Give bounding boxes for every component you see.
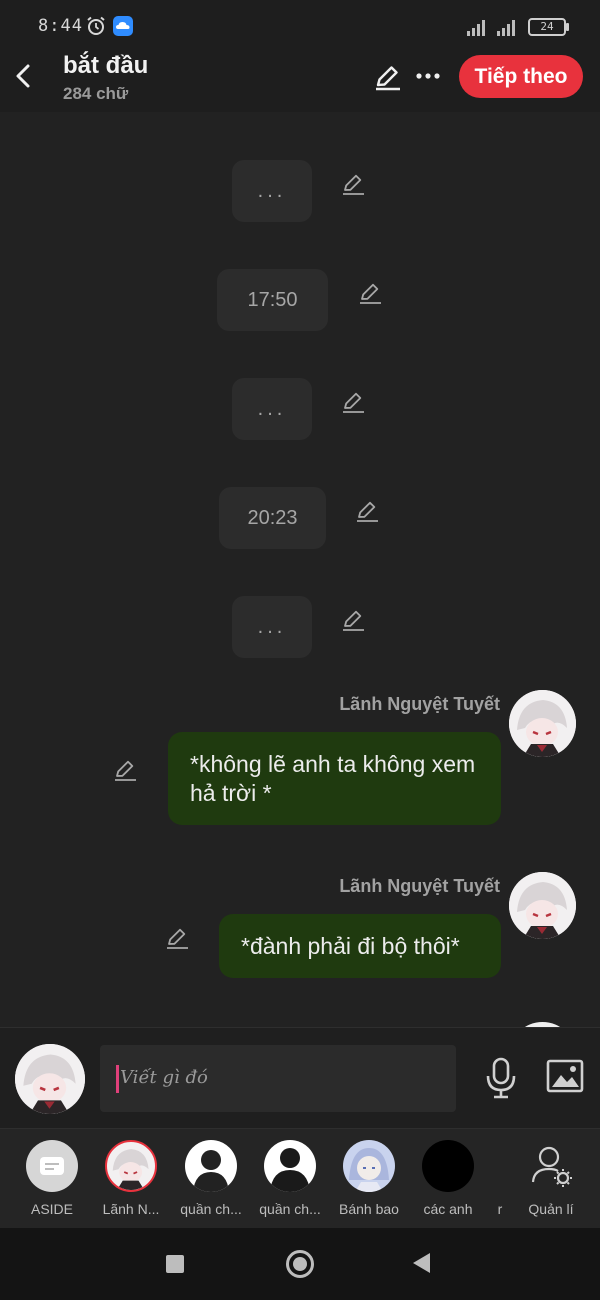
manage-characters-button[interactable]: Quản lí [511, 1129, 591, 1229]
avatar[interactable] [509, 690, 576, 757]
word-count: 284 chữ [63, 84, 129, 103]
character-item[interactable]: Lãnh N... [91, 1129, 171, 1229]
microphone-icon[interactable] [484, 1056, 518, 1100]
message-input[interactable]: Viết gì đó [100, 1045, 456, 1112]
character-label: Bánh bao [339, 1201, 399, 1217]
edit-message-icon[interactable] [340, 389, 366, 415]
character-bar: ASIDE Lãnh N... quần ch... quần ch... Bá… [0, 1128, 600, 1228]
home-button[interactable] [286, 1250, 314, 1278]
edit-message-icon[interactable] [354, 498, 380, 524]
character-aside[interactable]: ASIDE [12, 1129, 92, 1229]
manage-users-icon [531, 1146, 572, 1187]
avatar [105, 1140, 157, 1192]
current-character-avatar[interactable] [15, 1044, 85, 1114]
back-arrow-icon[interactable] [10, 58, 38, 94]
aside-icon [26, 1140, 78, 1192]
chat-area[interactable]: ... 17:50 ... 20:23 ... Lãnh Nguyệt Tuyế… [0, 112, 600, 1027]
battery-icon: 24 [528, 18, 566, 36]
system-message: ... [232, 596, 312, 658]
sender-name: Lãnh Nguyệt Tuyết [339, 876, 500, 896]
recents-button[interactable] [166, 1255, 184, 1273]
character-label: quần ch... [180, 1201, 242, 1217]
system-message: ... [232, 160, 312, 222]
signal-icon [467, 20, 485, 36]
status-bar: 8:44 24 [0, 0, 600, 52]
character-item[interactable]: quần ch... [250, 1129, 330, 1229]
image-icon[interactable] [546, 1058, 584, 1094]
avatar [343, 1140, 395, 1192]
message-bubble[interactable]: *đành phải đi bộ thôi* [219, 914, 501, 978]
message-bubble[interactable]: *không lẽ anh ta không xem hả trời * [168, 732, 501, 825]
message-input-bar: Viết gì đó [0, 1027, 600, 1128]
cloud-app-icon [113, 16, 133, 36]
system-message: 20:23 [219, 487, 326, 549]
text-caret [116, 1065, 119, 1093]
character-label: Lãnh N... [102, 1201, 160, 1217]
alarm-icon [87, 16, 105, 35]
silhouette-avatar [264, 1140, 316, 1192]
edit-message-icon[interactable] [340, 607, 366, 633]
more-options-icon[interactable] [414, 64, 442, 88]
system-nav-bar [0, 1228, 600, 1300]
character-label: ASIDE [30, 1201, 73, 1217]
silhouette-avatar [185, 1140, 237, 1192]
system-message: ... [232, 378, 312, 440]
character-label: Quản lí [528, 1201, 574, 1217]
edit-message-icon[interactable] [164, 925, 190, 951]
sender-name: Lãnh Nguyệt Tuyết [339, 694, 500, 714]
page-title: bắt đầu [63, 52, 149, 79]
edit-message-icon[interactable] [112, 757, 138, 783]
avatar[interactable] [509, 872, 576, 939]
nav-back-button[interactable] [413, 1253, 430, 1273]
home-dot [293, 1257, 307, 1271]
edit-message-icon[interactable] [340, 171, 366, 197]
system-message: 17:50 [217, 269, 328, 331]
character-label: quần ch... [259, 1201, 321, 1217]
next-button[interactable]: Tiếp theo [459, 55, 583, 98]
battery-tip [566, 23, 569, 31]
input-placeholder: Viết gì đó [120, 1067, 208, 1088]
signal-icon [497, 20, 515, 36]
edit-message-icon[interactable] [357, 280, 383, 306]
status-time: 8:44 [38, 16, 83, 36]
character-item[interactable]: Bánh bao [329, 1129, 409, 1229]
header: bắt đầu 284 chữ Tiếp theo [0, 52, 600, 112]
edit-pencil-icon[interactable] [372, 62, 402, 92]
character-item[interactable]: quần ch... [171, 1129, 251, 1229]
